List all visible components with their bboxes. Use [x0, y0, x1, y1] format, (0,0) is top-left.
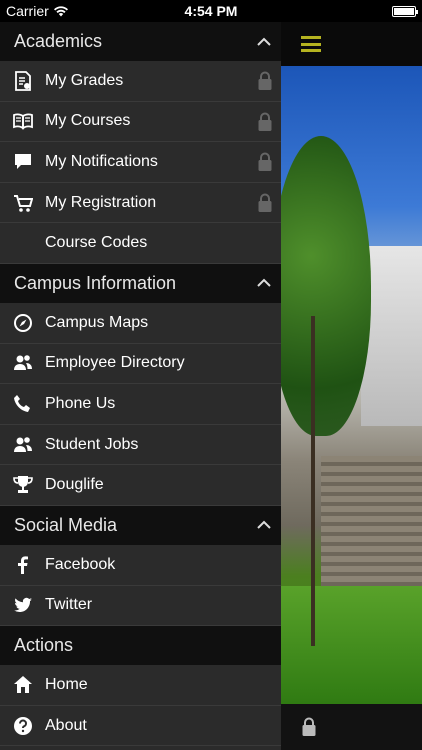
people-icon [12, 434, 34, 456]
menu-item-employee-directory[interactable]: Employee Directory [0, 344, 281, 385]
menu-item-label: Course Codes [45, 234, 148, 252]
content-header [281, 22, 422, 66]
lock-icon [258, 71, 272, 90]
menu-item-phone-us[interactable]: Phone Us [0, 384, 281, 425]
compass-icon [12, 312, 34, 334]
chat-bubble-icon [12, 151, 34, 173]
menu-item-label: About [45, 716, 87, 734]
menu-item-label: Student Jobs [45, 435, 139, 453]
battery-icon [392, 5, 418, 17]
chevron-up-icon[interactable] [257, 518, 271, 532]
menu-item-label: Facebook [45, 555, 116, 573]
menu-item-label: My Registration [45, 193, 157, 211]
phone-icon [12, 393, 34, 415]
menu-item-label: Employee Directory [45, 354, 185, 372]
grades-icon [12, 70, 34, 92]
menu-item-campus-maps[interactable]: Campus Maps [0, 303, 281, 344]
menu-item-facebook[interactable]: Facebook [0, 545, 281, 586]
menu-item-my-courses[interactable]: My Courses [0, 102, 281, 143]
content-footer [281, 704, 422, 750]
menu-item-my-notifications[interactable]: My Notifications [0, 142, 281, 183]
sidebar-menu: Academics My Grades My Courses My Notificat… [0, 22, 281, 750]
section-title: Academics [14, 31, 103, 51]
status-bar: Carrier 4:54 PM [0, 0, 422, 22]
menu-item-label: My Notifications [45, 152, 158, 170]
help-icon [12, 715, 34, 737]
section-title: Social Media [14, 514, 118, 535]
menu-item-label: Home [45, 675, 88, 693]
lock-icon [258, 152, 272, 172]
menu-item-label: Campus Maps [45, 313, 149, 331]
section-title: Campus Information [14, 272, 177, 293]
hamburger-menu-icon[interactable] [301, 36, 321, 52]
section-header-actions[interactable]: Actions [0, 626, 281, 666]
lock-icon[interactable] [301, 717, 317, 737]
menu-item-twitter[interactable]: Twitter [0, 586, 281, 627]
menu-item-home[interactable]: Home [0, 665, 281, 706]
trophy-icon [12, 474, 34, 496]
section-header-academics[interactable]: Academics [0, 22, 281, 61]
facebook-icon [12, 554, 34, 576]
lock-icon [258, 193, 272, 212]
main-content [281, 22, 422, 750]
menu-item-my-grades[interactable]: My Grades [0, 61, 281, 102]
menu-item-my-registration[interactable]: My Registration [0, 183, 281, 224]
menu-item-label: Douglife [45, 476, 104, 494]
cart-icon [12, 192, 34, 214]
chevron-up-icon[interactable] [257, 35, 271, 49]
menu-item-label: My Courses [45, 112, 131, 130]
campus-photo [281, 66, 422, 704]
twitter-icon [12, 594, 34, 616]
chevron-up-icon[interactable] [257, 276, 271, 290]
home-icon [12, 674, 34, 696]
menu-item-about[interactable]: About [0, 706, 281, 747]
status-time: 4:54 PM [184, 3, 238, 19]
section-header-social-media[interactable]: Social Media [0, 505, 281, 545]
menu-item-student-jobs[interactable]: Student Jobs [0, 425, 281, 466]
book-icon [12, 110, 34, 132]
lock-icon [258, 112, 272, 131]
menu-item-douglife[interactable]: Douglife [0, 465, 281, 506]
section-header-campus-information[interactable]: Campus Information [0, 263, 281, 303]
people-icon [12, 352, 34, 374]
section-title: Actions [14, 635, 74, 656]
menu-item-label: Twitter [45, 596, 93, 614]
menu-item-label: Phone Us [45, 394, 116, 412]
menu-item-course-codes[interactable]: Course Codes [0, 223, 281, 264]
menu-item-label: My Grades [45, 71, 124, 89]
